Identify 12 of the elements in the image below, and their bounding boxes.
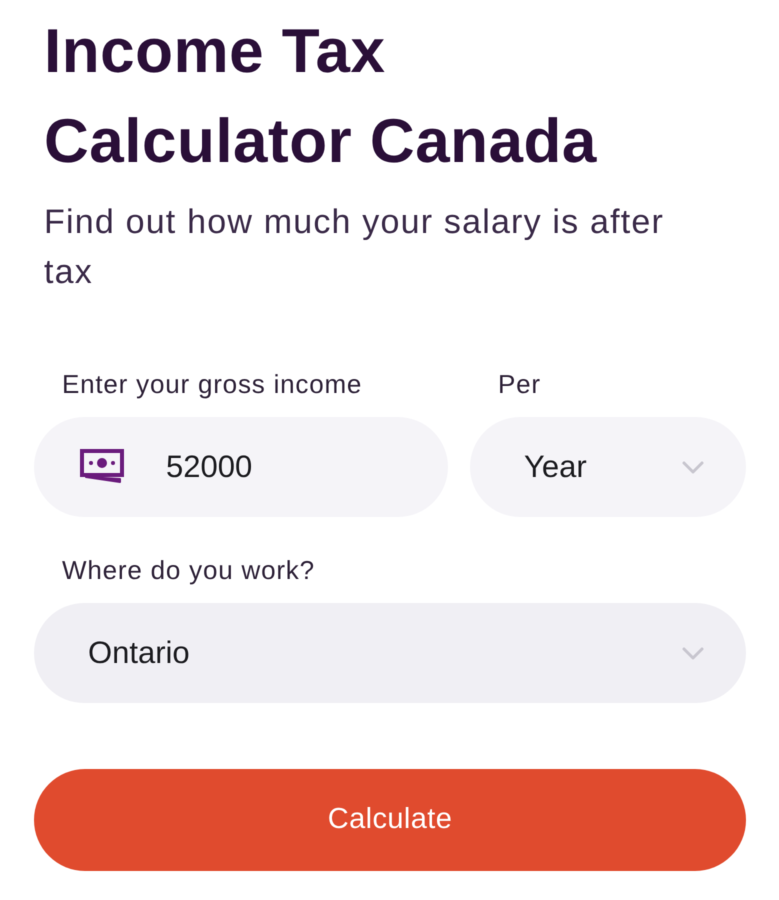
page-subtitle: Find out how much your salary is after tax [44,202,666,293]
banknote-icon [80,449,124,485]
province-dropdown[interactable]: Ontario [34,603,746,703]
calculate-button[interactable]: Calculate [34,769,746,871]
page-title: Income Tax Calculator Canada [44,16,598,178]
period-dropdown[interactable]: Year [470,417,746,517]
field-label: Enter your gross income [62,369,364,399]
income-input[interactable]: 52000 [34,417,448,517]
chevron-down-icon [682,460,704,474]
chevron-down-icon [682,646,704,660]
field-label: Where do you work? [62,555,316,585]
field-label: Per [498,369,542,399]
